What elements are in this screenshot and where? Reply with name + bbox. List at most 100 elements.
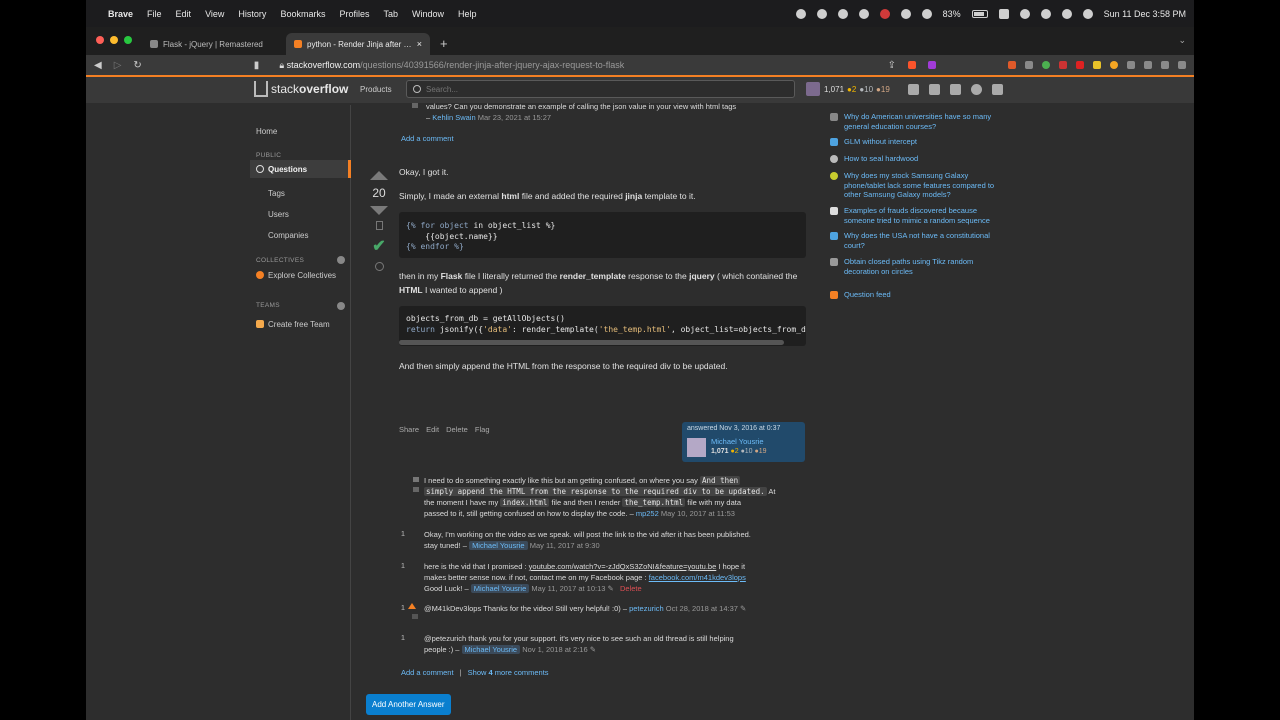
hot-question[interactable]: Why does my stock Samsung Galaxy phone/ta… <box>830 171 1006 200</box>
extension-icon[interactable] <box>1025 61 1033 69</box>
hot-question[interactable]: Why do American universities have so man… <box>830 112 1006 131</box>
search-input[interactable] <box>426 84 766 94</box>
share-link[interactable]: Share <box>399 425 419 434</box>
menu-file[interactable]: File <box>147 9 162 19</box>
siri-icon[interactable] <box>1082 8 1093 19</box>
comment-user[interactable]: petezurich <box>629 604 664 613</box>
avatar[interactable] <box>806 82 820 96</box>
airdrop-icon[interactable] <box>921 8 932 19</box>
hot-question[interactable]: Why does the USA not have a constitution… <box>830 231 1006 250</box>
forward-icon[interactable]: ▷ <box>114 60 122 71</box>
nav-explore-collectives[interactable]: Explore Collectives <box>256 271 336 280</box>
code-scrollbar[interactable] <box>399 340 784 345</box>
hot-question[interactable]: How to seal hardwood <box>830 154 1006 164</box>
menu-profiles[interactable]: Profiles <box>339 9 369 19</box>
hot-question[interactable]: Examples of frauds discovered because som… <box>830 206 1006 225</box>
menu-app-name[interactable]: Brave <box>108 9 133 19</box>
downvote-icon[interactable] <box>370 206 388 215</box>
minimize-window-button[interactable] <box>110 36 118 44</box>
facebook-link[interactable]: facebook.com/m41kdev3lops <box>649 573 746 582</box>
menu-help[interactable]: Help <box>458 9 477 19</box>
nav-home[interactable]: Home <box>256 127 277 136</box>
bluetooth-icon[interactable] <box>900 8 911 19</box>
user-reputation[interactable]: 1,071 <box>824 85 844 94</box>
extension-icon[interactable] <box>1008 61 1016 69</box>
teams-info-icon[interactable] <box>337 302 345 310</box>
comment-flag-icon[interactable] <box>412 103 418 108</box>
status-app-icon[interactable] <box>795 8 806 19</box>
comment-flag-icon[interactable] <box>413 487 419 492</box>
products-link[interactable]: Products <box>360 85 392 94</box>
status-cloud-icon[interactable] <box>837 8 848 19</box>
menu-tab[interactable]: Tab <box>383 9 398 19</box>
add-comment-link[interactable]: Add a comment <box>401 668 454 677</box>
extension-icon[interactable] <box>1042 61 1050 69</box>
menu-bookmarks[interactable]: Bookmarks <box>280 9 325 19</box>
tab-search-chevron-icon[interactable]: ⌄ <box>1178 35 1186 46</box>
comment-user[interactable]: Michael Yousrie <box>469 541 528 550</box>
timeline-icon[interactable] <box>374 262 384 271</box>
status-pen-icon[interactable] <box>858 8 869 19</box>
close-tab-icon[interactable]: × <box>417 39 422 49</box>
status-record-icon[interactable] <box>879 8 890 19</box>
menu-edit[interactable]: Edit <box>176 9 192 19</box>
achievements-icon[interactable] <box>928 83 940 95</box>
tab-stackoverflow[interactable]: python - Render Jinja after jQuery AJAX … <box>286 33 430 55</box>
comment-flag-icon[interactable] <box>412 614 418 619</box>
menu-clock[interactable]: Sun 11 Dec 3:58 PM <box>1104 9 1186 19</box>
comment-delete-link[interactable]: Delete <box>620 584 642 593</box>
comment-user[interactable]: Michael Yousrie <box>461 645 521 654</box>
zoom-window-button[interactable] <box>124 36 132 44</box>
review-queues-icon[interactable] <box>949 83 961 95</box>
extension-icon[interactable] <box>1059 61 1067 69</box>
control-center-icon[interactable] <box>1061 8 1072 19</box>
share-icon[interactable]: ⇪ <box>888 60 896 71</box>
menu-view[interactable]: View <box>205 9 224 19</box>
show-more-comments-link[interactable]: Show 4 more comments <box>468 668 549 677</box>
site-switcher-icon[interactable] <box>991 83 1003 95</box>
nav-questions[interactable]: Questions <box>250 160 351 178</box>
comment-upvoted-icon[interactable] <box>408 603 416 609</box>
address-bar[interactable]: 🔒︎ stackoverflow.com/questions/40391566/… <box>279 60 875 71</box>
nav-create-team[interactable]: Create free Team <box>256 320 330 329</box>
spotlight-icon[interactable] <box>1040 8 1051 19</box>
wifi-icon[interactable] <box>1019 8 1030 19</box>
hot-question[interactable]: GLM without intercept <box>830 137 1006 147</box>
nav-tags[interactable]: Tags <box>268 189 285 198</box>
nav-users[interactable]: Users <box>268 210 289 219</box>
bookmark-answer-icon[interactable] <box>375 221 383 230</box>
hot-question[interactable]: Obtain closed paths using Tikz random dec… <box>830 257 1006 276</box>
extensions-puzzle-icon[interactable] <box>1127 61 1135 69</box>
keyboard-input-icon[interactable] <box>998 8 1009 19</box>
prev-comment-user[interactable]: Kehlin Swain <box>432 113 475 122</box>
sidebar-toggle-icon[interactable] <box>1161 61 1169 69</box>
youtube-link[interactable]: youtube.com/watch?v=-zJdQxS3ZoNI&feature… <box>529 562 717 571</box>
edit-link[interactable]: Edit <box>426 425 439 434</box>
brave-shields-icon[interactable] <box>908 61 916 69</box>
battery-icon[interactable] <box>971 9 988 18</box>
so-logo[interactable]: stack overflow <box>254 81 348 97</box>
extension-icon[interactable] <box>1093 61 1101 69</box>
menu-window[interactable]: Window <box>412 9 444 19</box>
extension-icon[interactable] <box>1076 61 1084 69</box>
menu-history[interactable]: History <box>238 9 266 19</box>
bookmark-icon[interactable]: ▮ <box>254 60 260 71</box>
flag-link[interactable]: Flag <box>475 425 490 434</box>
wallet-icon[interactable] <box>1144 61 1152 69</box>
nav-companies[interactable]: Companies <box>268 231 308 240</box>
upvote-icon[interactable] <box>370 171 388 180</box>
add-another-answer-button[interactable]: Add Another Answer <box>366 694 451 715</box>
comment-upvote-icon[interactable] <box>413 477 419 482</box>
new-tab-button[interactable]: + <box>440 36 448 51</box>
comment-user[interactable]: mp252 <box>636 509 659 518</box>
comment-user[interactable]: Michael Yousrie <box>470 584 530 593</box>
reload-icon[interactable]: ↻ <box>133 60 141 71</box>
inbox-icon[interactable] <box>907 83 919 95</box>
delete-link[interactable]: Delete <box>446 425 468 434</box>
search-box[interactable] <box>406 80 795 98</box>
extension-icon[interactable] <box>1110 61 1118 69</box>
tab-flask-jquery[interactable]: Flask - jQuery | Remastered <box>142 33 286 55</box>
help-icon[interactable] <box>970 83 982 95</box>
edit-pencil-icon[interactable]: ✎ <box>608 584 614 593</box>
close-window-button[interactable] <box>96 36 104 44</box>
